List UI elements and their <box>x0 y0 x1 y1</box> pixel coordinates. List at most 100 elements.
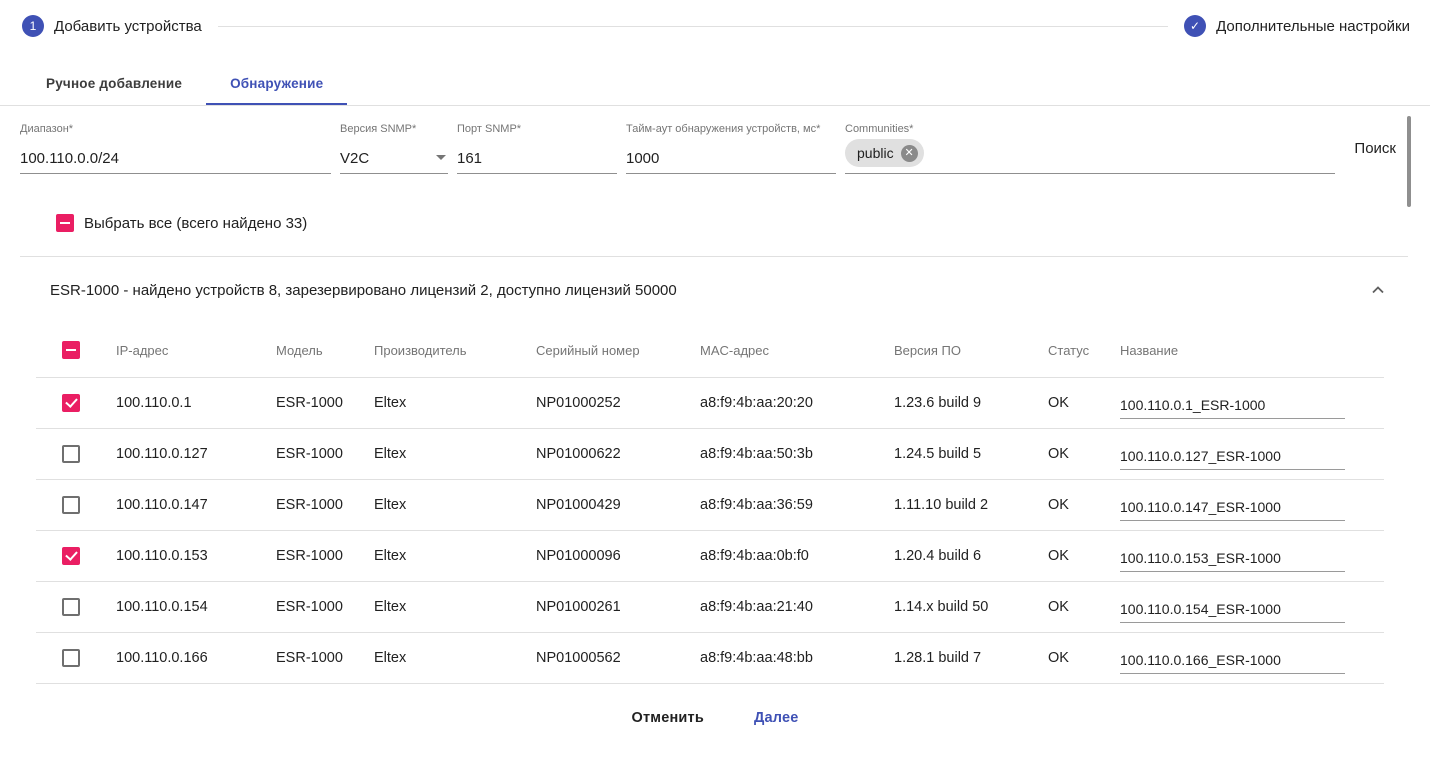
cell-status: OK <box>1048 395 1120 411</box>
community-chip: public ✕ <box>845 139 924 167</box>
snmp-version-label: Версия SNMP* <box>340 122 448 135</box>
select-all-checkbox[interactable] <box>56 214 74 232</box>
cell-model: ESR-1000 <box>276 446 374 462</box>
next-button[interactable]: Далее <box>748 702 805 734</box>
step-2-label: Дополнительные настройки <box>1216 18 1410 35</box>
cell-status: OK <box>1048 599 1120 615</box>
cell-vendor: Eltex <box>374 548 536 564</box>
cell-model: ESR-1000 <box>276 395 374 411</box>
check-icon: ✓ <box>1190 20 1200 32</box>
col-header-mac: MAC-адрес <box>700 343 894 358</box>
tab-manual-add[interactable]: Ручное добавление <box>22 62 206 105</box>
tab-discovery[interactable]: Обнаружение <box>206 62 347 105</box>
cell-vendor: Eltex <box>374 650 536 666</box>
cell-firmware: 1.24.5 build 5 <box>894 446 1048 462</box>
col-header-vendor: Производитель <box>374 343 536 358</box>
col-header-status: Статус <box>1048 343 1120 358</box>
cell-vendor: Eltex <box>374 446 536 462</box>
device-group-title: ESR-1000 - найдено устройств 8, зарезерв… <box>50 282 677 299</box>
cell-mac: a8:f9:4b:aa:20:20 <box>700 395 894 411</box>
table-row: 100.110.0.127 ESR-1000 Eltex NP01000622 … <box>36 429 1384 480</box>
snmp-version-select[interactable]: Версия SNMP* V2C <box>340 122 448 174</box>
select-all-label: Выбрать все (всего найдено 33) <box>84 215 307 232</box>
snmp-port-value: 161 <box>457 150 617 167</box>
community-chip-label: public <box>857 145 894 161</box>
row-checkbox[interactable] <box>62 547 80 565</box>
col-header-name: Название <box>1120 343 1384 358</box>
table-row: 100.110.0.147 ESR-1000 Eltex NP01000429 … <box>36 480 1384 531</box>
chevron-down-icon <box>436 155 446 160</box>
cell-mac: a8:f9:4b:aa:0b:f0 <box>700 548 894 564</box>
cell-serial: NP01000622 <box>536 446 700 462</box>
cell-firmware: 1.14.x build 50 <box>894 599 1048 615</box>
device-name-input[interactable] <box>1120 499 1345 521</box>
stepper-connector-line <box>218 26 1168 27</box>
cell-mac: a8:f9:4b:aa:36:59 <box>700 497 894 513</box>
device-group-header: ESR-1000 - найдено устройств 8, зарезерв… <box>0 257 1430 323</box>
cell-mac: a8:f9:4b:aa:48:bb <box>700 650 894 666</box>
group-select-checkbox[interactable] <box>62 341 80 359</box>
snmp-version-value: V2C <box>340 150 369 167</box>
cell-firmware: 1.23.6 build 9 <box>894 395 1048 411</box>
table-row: 100.110.0.153 ESR-1000 Eltex NP01000096 … <box>36 531 1384 582</box>
step-2-check-badge: ✓ <box>1184 15 1206 37</box>
device-name-input[interactable] <box>1120 448 1345 470</box>
cell-model: ESR-1000 <box>276 650 374 666</box>
timeout-value: 1000 <box>626 150 836 167</box>
col-header-serial: Серийный номер <box>536 343 700 358</box>
wizard-stepper: 1 Добавить устройства ✓ Дополнительные н… <box>0 0 1430 37</box>
cell-ip: 100.110.0.153 <box>116 548 276 564</box>
step-1-number-badge: 1 <box>22 15 44 37</box>
cell-vendor: Eltex <box>374 497 536 513</box>
table-row: 100.110.0.154 ESR-1000 Eltex NP01000261 … <box>36 582 1384 633</box>
collapse-panel-button[interactable] <box>1364 276 1392 304</box>
device-name-input[interactable] <box>1120 652 1345 674</box>
wizard-footer: Отменить Далее <box>0 702 1430 734</box>
table-row: 100.110.0.166 ESR-1000 Eltex NP01000562 … <box>36 633 1384 684</box>
cell-model: ESR-1000 <box>276 497 374 513</box>
select-all-row: Выбрать все (всего найдено 33) <box>56 214 1430 232</box>
col-header-firmware: Версия ПО <box>894 343 1048 358</box>
cell-serial: NP01000096 <box>536 548 700 564</box>
table-header-row: IP-адрес Модель Производитель Серийный н… <box>36 323 1384 378</box>
device-name-input[interactable] <box>1120 601 1345 623</box>
device-name-input[interactable] <box>1120 397 1345 419</box>
cell-mac: a8:f9:4b:aa:50:3b <box>700 446 894 462</box>
range-value: 100.110.0.0/24 <box>20 150 331 167</box>
row-checkbox[interactable] <box>62 394 80 412</box>
cell-serial: NP01000252 <box>536 395 700 411</box>
timeout-field[interactable]: Тайм-аут обнаружения устройств, мс* 1000 <box>626 122 836 174</box>
cell-ip: 100.110.0.147 <box>116 497 276 513</box>
snmp-port-field[interactable]: Порт SNMP* 161 <box>457 122 617 174</box>
device-name-input[interactable] <box>1120 550 1345 572</box>
range-field[interactable]: Диапазон* 100.110.0.0/24 <box>20 122 331 174</box>
devices-table: IP-адрес Модель Производитель Серийный н… <box>36 323 1384 684</box>
step-1-label: Добавить устройства <box>54 18 202 35</box>
snmp-port-label: Порт SNMP* <box>457 122 617 135</box>
cell-model: ESR-1000 <box>276 599 374 615</box>
discovery-form: Диапазон* 100.110.0.0/24 Версия SNMP* V2… <box>20 122 1406 174</box>
communities-label: Communities* <box>845 122 1335 135</box>
search-button[interactable]: Поиск <box>1344 132 1406 165</box>
step-2: ✓ Дополнительные настройки <box>1184 15 1410 37</box>
cell-serial: NP01000261 <box>536 599 700 615</box>
row-checkbox[interactable] <box>62 445 80 463</box>
cell-mac: a8:f9:4b:aa:21:40 <box>700 599 894 615</box>
col-header-ip: IP-адрес <box>116 343 276 358</box>
chevron-up-icon <box>1366 278 1390 302</box>
chip-remove-icon[interactable]: ✕ <box>901 145 918 162</box>
communities-field[interactable]: Communities* public ✕ <box>845 122 1335 174</box>
timeout-label: Тайм-аут обнаружения устройств, мс* <box>626 122 836 135</box>
cell-ip: 100.110.0.127 <box>116 446 276 462</box>
table-row: 100.110.0.1 ESR-1000 Eltex NP01000252 a8… <box>36 378 1384 429</box>
row-checkbox[interactable] <box>62 496 80 514</box>
cell-ip: 100.110.0.166 <box>116 650 276 666</box>
row-checkbox[interactable] <box>62 598 80 616</box>
scrollbar[interactable] <box>1407 116 1411 207</box>
cell-status: OK <box>1048 446 1120 462</box>
cell-status: OK <box>1048 497 1120 513</box>
cancel-button[interactable]: Отменить <box>625 702 709 734</box>
row-checkbox[interactable] <box>62 649 80 667</box>
cell-ip: 100.110.0.154 <box>116 599 276 615</box>
cell-firmware: 1.11.10 build 2 <box>894 497 1048 513</box>
